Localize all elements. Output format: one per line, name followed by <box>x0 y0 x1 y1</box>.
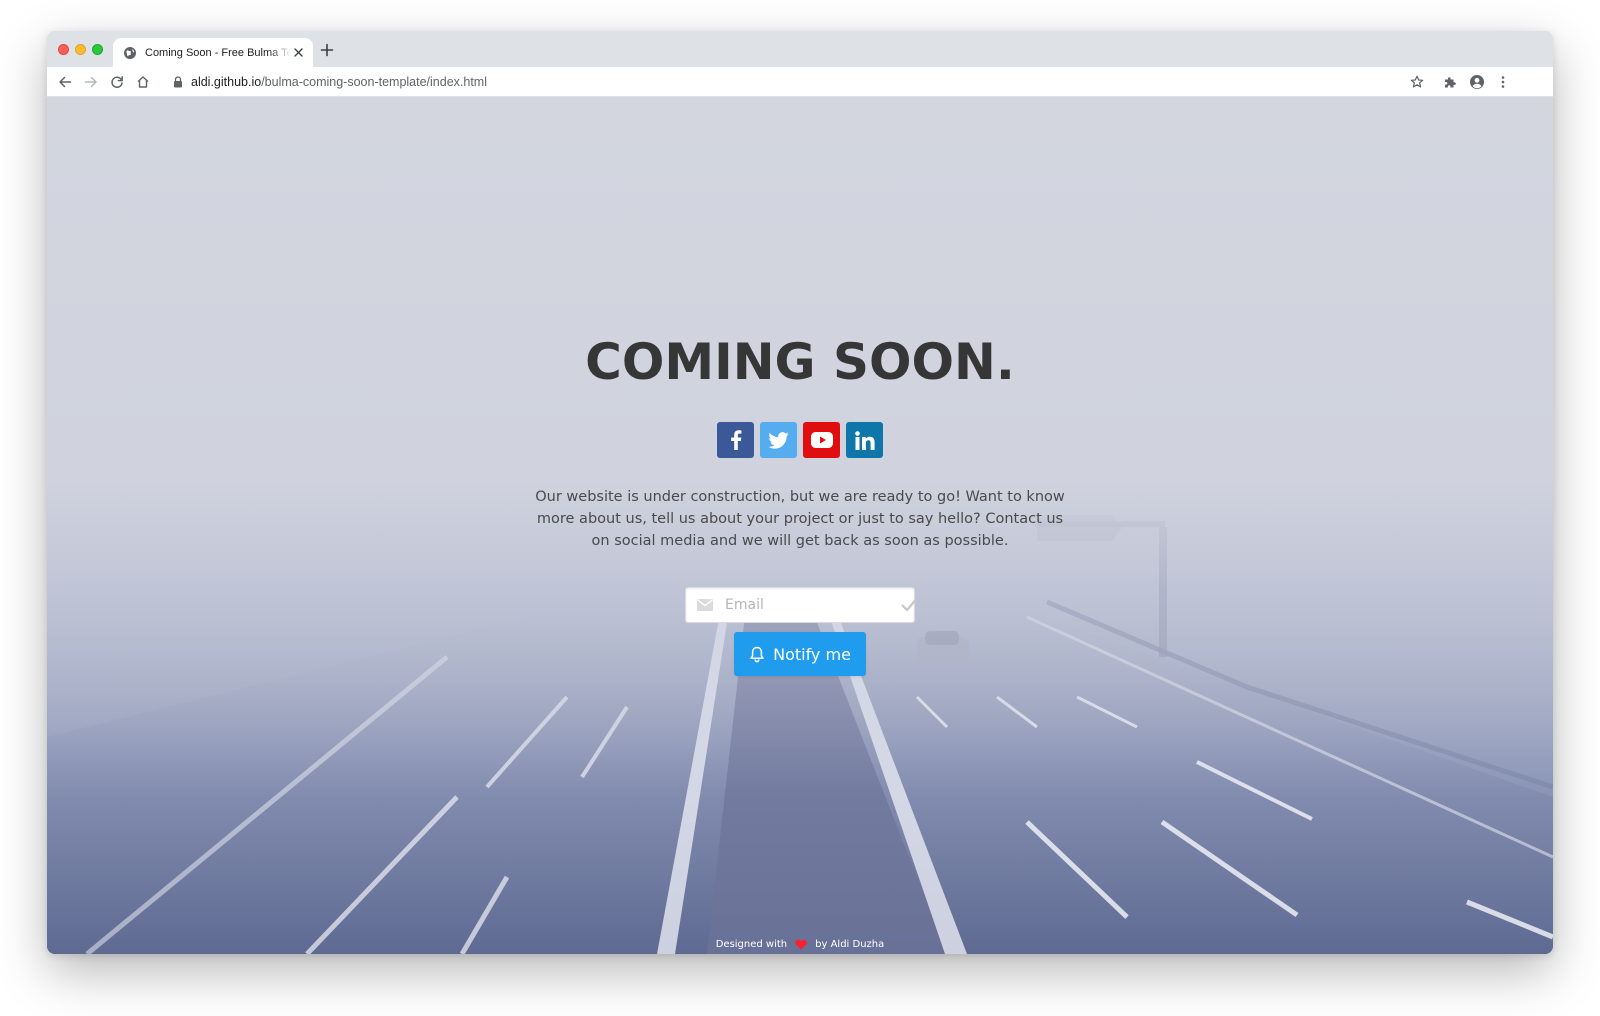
arrow-left-icon[interactable] <box>57 74 73 90</box>
envelope-icon <box>697 599 713 611</box>
page-title: COMING SOON. <box>585 333 1015 391</box>
arrow-right-icon[interactable] <box>83 74 99 90</box>
home-icon[interactable] <box>135 74 151 90</box>
twitter-icon <box>768 431 789 449</box>
tab-close-icon[interactable] <box>291 46 305 60</box>
globe-icon <box>123 46 137 60</box>
footer-prefix: Designed with <box>715 939 788 950</box>
url-path: /bulma-coming-soon-template/index.html <box>261 75 487 89</box>
check-icon <box>901 598 917 612</box>
twitter-link[interactable] <box>760 422 797 458</box>
facebook-link[interactable] <box>717 422 754 458</box>
linkedin-icon <box>854 430 875 450</box>
browser-window: Coming Soon - Free Bulma Template <box>47 31 1553 954</box>
notify-me-button[interactable]: Notify me <box>734 632 866 676</box>
star-icon[interactable] <box>1409 74 1425 90</box>
youtube-link[interactable] <box>803 422 840 458</box>
tab-strip: Coming Soon - Free Bulma Template <box>47 31 1553 67</box>
description-line: Our website is under construction, but w… <box>535 489 1065 505</box>
browser-toolbar: aldi.github.io/bulma-coming-soon-templat… <box>47 67 1553 97</box>
heart-icon <box>795 939 807 950</box>
bell-icon <box>749 646 765 663</box>
close-window-button[interactable] <box>58 44 69 55</box>
footer-author: by Aldi Duzha <box>815 939 885 950</box>
address-bar[interactable]: aldi.github.io/bulma-coming-soon-templat… <box>163 70 1431 94</box>
facebook-icon <box>730 430 742 450</box>
account-circle-icon[interactable] <box>1469 74 1485 90</box>
tab-title: Coming Soon - Free Bulma Template <box>145 46 292 59</box>
kebab-menu-icon[interactable] <box>1495 74 1511 90</box>
footer: Designed with by Aldi Duzha <box>47 939 1553 950</box>
url-text: aldi.github.io/bulma-coming-soon-templat… <box>191 75 487 89</box>
maximize-window-button[interactable] <box>92 44 103 55</box>
tab-active[interactable]: Coming Soon - Free Bulma Template <box>113 38 313 67</box>
page-viewport: COMING SOON. Our website is under constr… <box>47 97 1553 954</box>
linkedin-link[interactable] <box>846 422 883 458</box>
youtube-icon <box>810 432 833 448</box>
puzzle-icon[interactable] <box>1442 74 1458 90</box>
description-line: on social media and we will get back as … <box>591 533 1009 549</box>
notify-me-label: Notify me <box>773 644 851 664</box>
new-tab-plus-icon[interactable] <box>320 43 334 57</box>
lock-icon <box>173 76 183 88</box>
description-line: more about us, tell us about your projec… <box>536 511 1064 527</box>
email-input[interactable] <box>723 590 901 620</box>
email-field <box>685 587 917 623</box>
reload-icon[interactable] <box>109 74 125 90</box>
description: Our website is under construction, but w… <box>520 486 1080 552</box>
url-host: aldi.github.io <box>191 75 262 89</box>
social-links <box>47 422 1553 458</box>
minimize-window-button[interactable] <box>75 44 86 55</box>
